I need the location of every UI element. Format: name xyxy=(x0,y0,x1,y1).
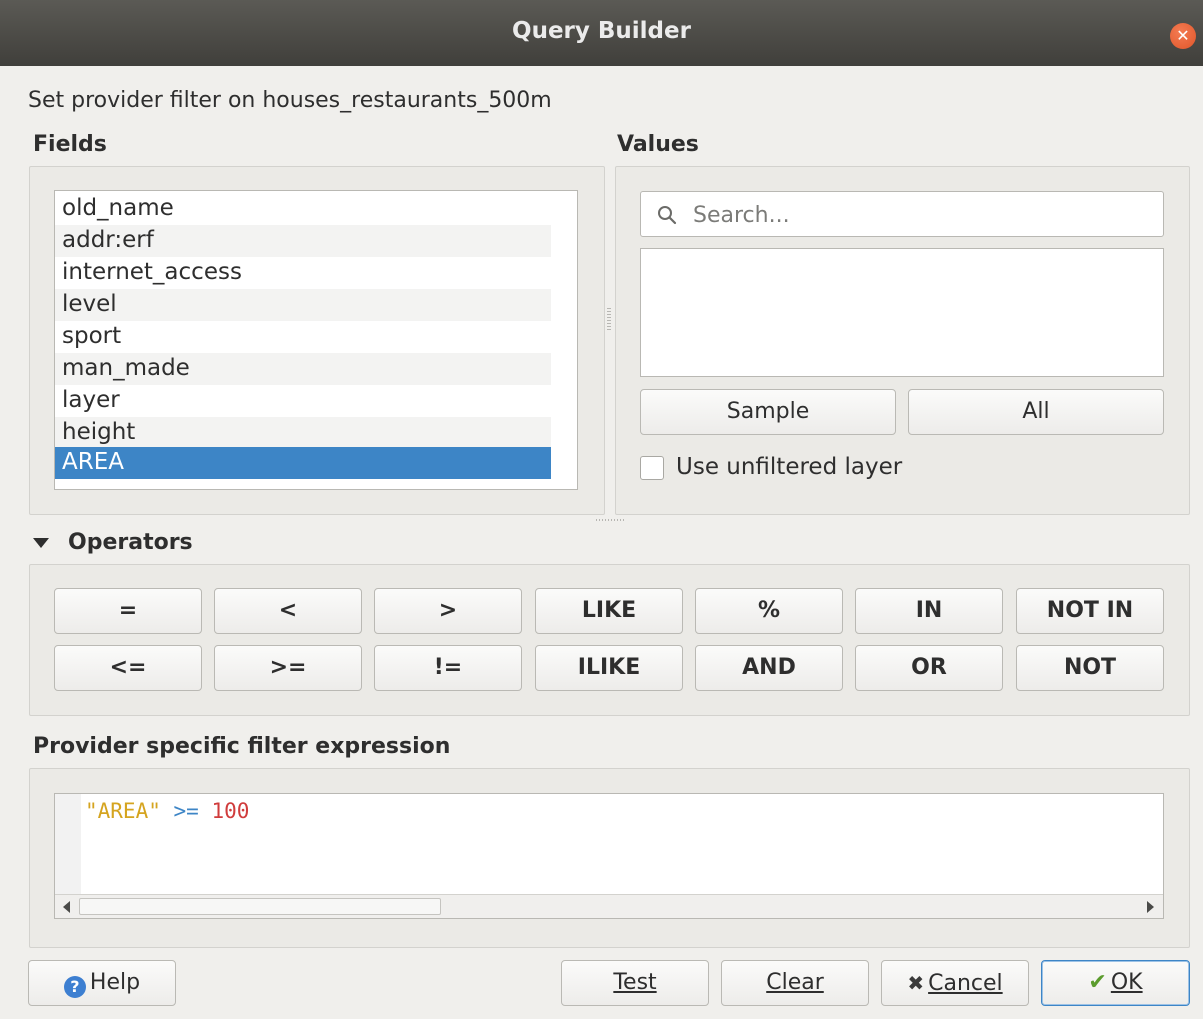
field-item-layer[interactable]: layer xyxy=(55,385,551,417)
checkmark-icon: ✔ xyxy=(1088,970,1107,995)
field-item-height[interactable]: height xyxy=(55,417,551,449)
help-button-label: Help xyxy=(89,970,141,995)
op-ilike-button[interactable]: ILIKE xyxy=(535,645,683,691)
use-unfiltered-layer-label[interactable]: Use unfiltered layer xyxy=(676,454,902,480)
op-and-button[interactable]: AND xyxy=(695,645,843,691)
scroll-left-icon[interactable] xyxy=(63,901,70,913)
all-button[interactable]: All xyxy=(908,389,1164,435)
use-unfiltered-layer-checkbox[interactable] xyxy=(640,456,664,480)
expression-value-token: 100 xyxy=(211,799,250,823)
cancel-icon: ✖ xyxy=(907,971,925,995)
op-greater-equal-button[interactable]: >= xyxy=(214,645,362,691)
values-list[interactable] xyxy=(640,248,1164,377)
op-less-than-button[interactable]: < xyxy=(214,588,362,634)
field-item-man-made[interactable]: man_made xyxy=(55,353,551,385)
op-or-button[interactable]: OR xyxy=(855,645,1003,691)
op-not-button[interactable]: NOT xyxy=(1016,645,1164,691)
values-search-box[interactable] xyxy=(640,191,1164,237)
expression-code[interactable]: "AREA" >= 100 xyxy=(85,799,249,823)
op-not-equal-button[interactable]: != xyxy=(374,645,522,691)
dialog-subtitle: Set provider filter on houses_restaurant… xyxy=(28,88,552,113)
ok-button-label: OK xyxy=(1110,970,1143,995)
window-title: Query Builder xyxy=(512,18,691,44)
field-item-old-name[interactable]: old_name xyxy=(55,193,551,225)
field-item-internet-access[interactable]: internet_access xyxy=(55,257,551,289)
horizontal-splitter-handle[interactable] xyxy=(596,519,626,521)
op-like-button[interactable]: LIKE xyxy=(535,588,683,634)
sample-button[interactable]: Sample xyxy=(640,389,896,435)
op-less-equal-button[interactable]: <= xyxy=(54,645,202,691)
expression-editor[interactable]: "AREA" >= 100 xyxy=(54,793,1164,919)
op-not-in-button[interactable]: NOT IN xyxy=(1016,588,1164,634)
search-input[interactable] xyxy=(693,200,1153,230)
expression-label: Provider specific filter expression xyxy=(33,734,451,759)
editor-horizontal-scrollbar[interactable] xyxy=(55,894,1163,918)
field-item-level[interactable]: level xyxy=(55,289,551,321)
field-item-addr-erf[interactable]: addr:erf xyxy=(55,225,551,257)
test-button[interactable]: Test xyxy=(561,960,709,1006)
help-icon: ? xyxy=(63,976,86,998)
ok-button[interactable]: ✔ OK xyxy=(1041,960,1190,1006)
fields-label: Fields xyxy=(33,132,107,157)
operators-group xyxy=(29,564,1190,716)
op-in-button[interactable]: IN xyxy=(855,588,1003,634)
values-label: Values xyxy=(617,132,699,157)
expression-operator-token: >= xyxy=(173,799,199,823)
search-icon xyxy=(658,206,677,225)
clear-button[interactable]: Clear xyxy=(721,960,869,1006)
help-button[interactable]: ? Help xyxy=(28,960,176,1006)
op-greater-than-button[interactable]: > xyxy=(374,588,522,634)
op-equals-button[interactable]: = xyxy=(54,588,202,634)
operators-label[interactable]: Operators xyxy=(68,530,193,555)
op-percent-button[interactable]: % xyxy=(695,588,843,634)
close-icon: ✕ xyxy=(1176,26,1190,45)
editor-gutter xyxy=(55,794,81,894)
expression-field-token: "AREA" xyxy=(85,799,161,823)
horizontal-scrollbar-thumb[interactable] xyxy=(79,898,441,915)
field-item-area[interactable]: AREA xyxy=(55,447,551,479)
cancel-button-label: Cancel xyxy=(928,971,1003,996)
clear-button-label: Clear xyxy=(766,970,824,995)
field-item-sport[interactable]: sport xyxy=(55,321,551,353)
close-button[interactable]: ✕ xyxy=(1170,23,1196,49)
scroll-right-icon[interactable] xyxy=(1147,901,1154,913)
fields-list[interactable]: old_name addr:erf internet_access level … xyxy=(54,190,578,490)
collapse-triangle-icon[interactable] xyxy=(33,538,49,548)
title-bar: Query Builder ✕ xyxy=(0,0,1203,66)
test-button-label: Test xyxy=(613,970,657,995)
cancel-button[interactable]: ✖ Cancel xyxy=(881,960,1029,1006)
vertical-splitter-handle[interactable] xyxy=(607,308,611,332)
